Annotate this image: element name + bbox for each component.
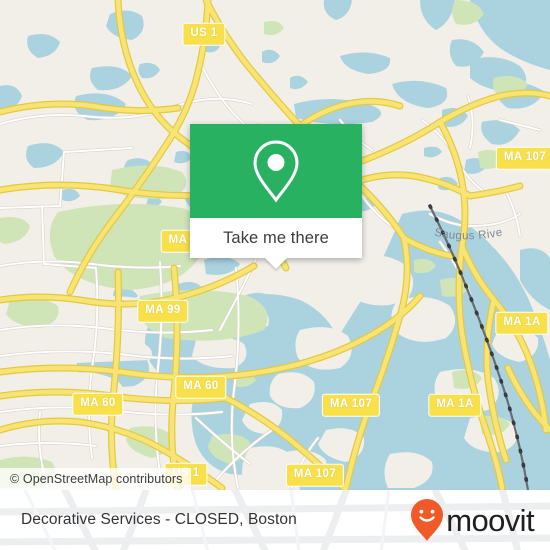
highway-shield: MA 1A <box>495 311 549 335</box>
highway-shield: MA 60 <box>175 375 227 399</box>
highway-shield: MA 107 <box>285 463 345 487</box>
popup-tail-pointer <box>265 258 287 269</box>
bottom-info-bar: Decorative Services - CLOSED, Boston moo… <box>0 490 550 550</box>
take-me-there-popup[interactable]: Take me there <box>190 124 362 269</box>
take-me-there-label: Take me there <box>223 228 329 247</box>
popup-header <box>190 124 362 218</box>
attribution-text: © OpenStreetMap contributors <box>10 472 183 486</box>
moovit-logo: moovit <box>410 498 535 542</box>
moovit-pin-smiley-icon <box>411 499 444 541</box>
moovit-wordmark: moovit <box>446 502 534 538</box>
highway-shield: US 1 <box>182 22 226 46</box>
popup-footer[interactable]: Take me there <box>190 218 362 258</box>
highway-shield: MA 1A <box>428 393 482 417</box>
map-screenshot: Saugus River US 1MA 107MAMA 99MA 1AMA 60… <box>0 0 550 550</box>
place-title: Decorative Services - CLOSED, Boston <box>21 511 297 528</box>
map-pin-icon <box>253 140 299 203</box>
osm-attribution[interactable]: © OpenStreetMap contributors <box>0 468 191 490</box>
highway-shield: MA 107 <box>321 393 381 417</box>
highway-shield: MA 107 <box>495 146 550 170</box>
map-canvas[interactable]: Saugus River US 1MA 107MAMA 99MA 1AMA 60… <box>0 0 550 490</box>
highway-shield: MA 99 <box>137 299 189 323</box>
highway-shield: MA 60 <box>72 392 124 416</box>
